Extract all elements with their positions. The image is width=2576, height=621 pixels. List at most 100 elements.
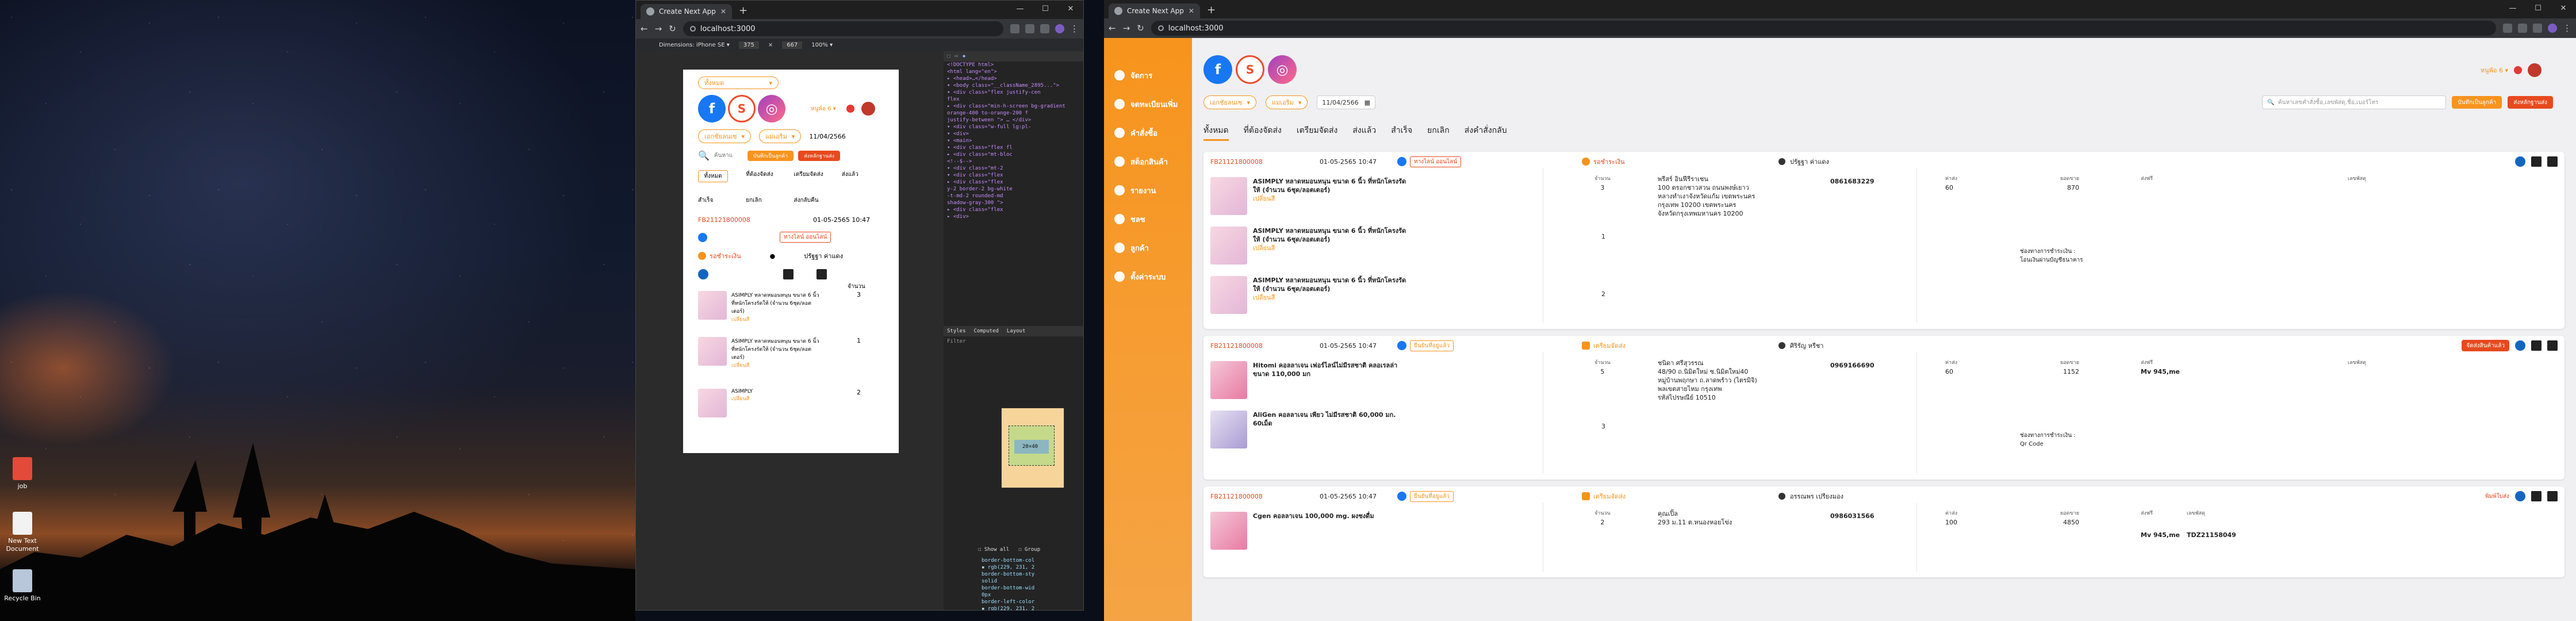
tab-shipped[interactable]: ส่งแล้ว	[1352, 124, 1376, 141]
code-line[interactable]: ▾ <div class="mt-2	[944, 165, 1083, 172]
star-icon[interactable]	[1025, 24, 1034, 33]
chat-icon[interactable]	[2515, 491, 2525, 501]
branch-select[interactable]: แม่เอริม ▾	[1265, 95, 1308, 109]
m-tab-done[interactable]: สำเร็จ	[698, 196, 746, 205]
code-line[interactable]: ▾ <body class="__className_2895...">	[944, 82, 1083, 89]
user-name[interactable]: หนูพ้อ 6 ▾	[2481, 65, 2508, 75]
change-color-link[interactable]: เปลี่ยนสี	[1253, 244, 1408, 252]
address-bar[interactable]: localhost:3000	[683, 21, 1003, 36]
minimize-icon[interactable]: —	[1007, 1, 1033, 17]
save-customer-button[interactable]: บันทึกเป็นลูกค้า	[2452, 96, 2502, 109]
m-save-customer-button[interactable]: บันทึกเป็นลูกค้า	[747, 150, 794, 161]
m-avatar[interactable]	[861, 102, 875, 116]
m-filter-1[interactable]: เอกชัยลนเซ ▾	[698, 129, 751, 143]
extensions-icon[interactable]	[1040, 24, 1049, 33]
code-line[interactable]: ▾ <div class="flex justify-cen	[944, 89, 1083, 96]
tracking-number[interactable]: TDZ21158049	[2187, 531, 2236, 539]
chat-icon[interactable]	[2515, 340, 2525, 351]
order-id[interactable]: FB21121800008	[1210, 158, 1320, 166]
forward-icon[interactable]: →	[655, 24, 662, 34]
close-window-icon[interactable]: ✕	[1058, 1, 1083, 17]
extensions-icon[interactable]	[2533, 24, 2542, 33]
search-input[interactable]: 🔍 ค้นหาเลขคำสั่งซื้อ,เลขพัสดุ,ชื่อ,เบอร์โ…	[2262, 95, 2447, 109]
instagram-logo[interactable]: ◎	[1268, 55, 1297, 84]
device-select[interactable]: Dimensions: iPhone SE ▾	[659, 42, 730, 48]
close-tab-icon[interactable]: ✕	[720, 7, 726, 16]
sidebar-item-settings[interactable]: ตั้งค่าระบบ	[1104, 262, 1192, 291]
zoom-select[interactable]: 100% ▾	[811, 42, 833, 48]
tab-to-ship[interactable]: ที่ต้องจัดส่ง	[1244, 124, 1282, 141]
order-id[interactable]: FB21121800008	[1210, 493, 1320, 500]
change-color-link[interactable]: เปลี่ยนสี	[1253, 293, 1408, 302]
m-top-select[interactable]: ทั้งหมด ▾	[698, 76, 779, 89]
facebook-logo[interactable]: f	[1203, 55, 1232, 84]
m-chat-icon[interactable]	[698, 269, 708, 279]
sidebar-item-report[interactable]: รายงาน	[1104, 176, 1192, 205]
delete-icon[interactable]	[2547, 491, 2558, 501]
code-line[interactable]: ▸ <div>	[944, 213, 1083, 220]
desktop-icon-text-document[interactable]: New Text Document	[2, 512, 43, 553]
code-line[interactable]: orange-400 to-orange-200 f	[944, 110, 1083, 117]
elements-tab[interactable]: ◆	[963, 53, 965, 59]
elements-tree[interactable]: <!DOCTYPE html> <html lang="en"> ▸ <head>……	[944, 62, 1083, 326]
code-line[interactable]: ▸ <div class="flex	[944, 206, 1083, 213]
m-change-color-link[interactable]: เปลี่ยนสี	[731, 361, 823, 369]
device-icon[interactable]: ▭	[954, 53, 957, 59]
browser-tab[interactable]: Create Next App ✕	[641, 4, 732, 19]
share-icon[interactable]	[2503, 24, 2512, 33]
m-change-color-link[interactable]: เปลี่ยนสี	[731, 394, 823, 402]
profile-avatar[interactable]	[1055, 24, 1064, 33]
menu-icon[interactable]: ⋮	[1070, 24, 1079, 34]
reload-icon[interactable]: ↻	[669, 24, 676, 34]
m-send-proof-button[interactable]: ส่งหลักฐานส่ง	[798, 150, 841, 161]
tab-returned[interactable]: ส่งคำสั่งกลับ	[1465, 124, 1507, 141]
tab-cancelled[interactable]: ยกเลิก	[1427, 124, 1450, 141]
code-line[interactable]: ▸ <div class="min-h-screen bg-gradient	[944, 103, 1083, 110]
delete-icon[interactable]	[2547, 340, 2558, 351]
code-line[interactable]: ▸ <div class="flex	[944, 179, 1083, 186]
share-icon[interactable]	[1010, 24, 1019, 33]
styles-tab[interactable]: Styles	[947, 328, 966, 334]
new-tab-icon[interactable]: +	[1207, 4, 1216, 16]
code-line[interactable]: ▾ <div class="w-full lg:pl-	[944, 124, 1083, 131]
back-icon[interactable]: ←	[641, 24, 648, 34]
group-checkbox[interactable]: ☐ Group	[1018, 547, 1040, 553]
m-tab-to-ship[interactable]: ที่ต้องจัดส่ง	[746, 170, 793, 182]
computed-tab[interactable]: Computed	[974, 328, 999, 334]
styles-filter-input[interactable]: Filter	[944, 336, 1083, 347]
maximize-icon[interactable]: ☐	[1033, 1, 1058, 17]
send-proof-button[interactable]: ส่งหลักฐานส่ง	[2508, 96, 2553, 109]
chat-icon[interactable]	[2515, 156, 2525, 167]
m-edit-icon[interactable]	[783, 269, 793, 279]
m-order-id[interactable]: FB21121800008	[698, 216, 750, 224]
sidebar-item-register[interactable]: จดทะเบียนเพิ่ม	[1104, 90, 1192, 118]
m-tab-returned[interactable]: ส่งกลับคืน	[794, 196, 842, 205]
m-tab-cancelled[interactable]: ยกเลิก	[746, 196, 793, 205]
code-line[interactable]: ▾ <div>	[944, 131, 1083, 137]
width-input[interactable]: 375	[738, 41, 759, 49]
edit-icon[interactable]	[2531, 156, 2542, 167]
code-line[interactable]: ▾ <main>	[944, 137, 1083, 144]
menu-icon[interactable]: ⋮	[2563, 23, 2571, 33]
m-notification-icon[interactable]	[846, 105, 854, 113]
star-icon[interactable]	[2518, 24, 2527, 33]
sidebar-item-manage[interactable]: จัดการ	[1104, 61, 1192, 90]
inspect-icon[interactable]: ⬚	[947, 53, 950, 59]
print-label-link[interactable]: พิมพ์ใบส่ง	[2485, 492, 2509, 501]
m-tab-shipped[interactable]: ส่งแล้ว	[842, 170, 890, 182]
close-window-icon[interactable]: ✕	[2551, 0, 2576, 16]
sidebar-item-stock[interactable]: สต็อกสินค้า	[1104, 147, 1192, 176]
desktop-icon-job[interactable]: job	[2, 457, 43, 490]
address-bar[interactable]: localhost:3000	[1151, 21, 2496, 36]
sidebar-item-cod[interactable]: ชลซ	[1104, 205, 1192, 233]
code-line[interactable]: shadow-gray-300 ">	[944, 200, 1083, 206]
tab-preparing[interactable]: เตรียมจัดส่ง	[1297, 124, 1338, 141]
code-line[interactable]: ▾ <div class="flex	[944, 172, 1083, 179]
m-search-input[interactable]: ค้นหาแ	[714, 151, 743, 160]
forward-icon[interactable]: →	[1123, 23, 1130, 33]
code-line[interactable]: y-2 border-2 bg-white	[944, 186, 1083, 193]
maximize-icon[interactable]: ☐	[2525, 0, 2551, 16]
code-line[interactable]: justify-between "> … </div>	[944, 117, 1083, 124]
m-change-color-link[interactable]: เปลี่ยนสี	[731, 315, 823, 323]
m-filter-2[interactable]: แม่เอริม ▾	[758, 129, 802, 143]
